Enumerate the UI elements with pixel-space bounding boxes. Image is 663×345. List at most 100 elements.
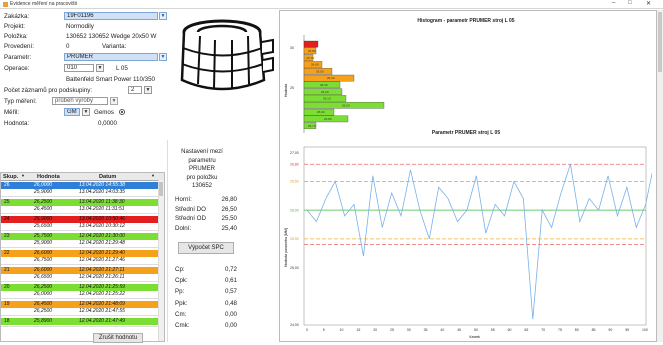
limits-values: Horní: 26,80 Střední DO 26,50 Střední OD 25,5… xyxy=(175,196,237,236)
app-icon xyxy=(3,2,8,7)
part-drawing xyxy=(180,19,274,91)
value-cell: 25,9000 xyxy=(34,239,53,246)
meril-radio[interactable] xyxy=(119,109,125,115)
date-cell: 12.04.2020 21:30:00 xyxy=(79,233,125,239)
date-cell: 12.04.2020 21:29:40 xyxy=(79,250,125,256)
group-number: 20 xyxy=(4,284,10,290)
value-cell: 26,6000 xyxy=(34,267,53,273)
stat-label: Cpk: xyxy=(175,277,188,285)
stat-value: 0,00 xyxy=(224,322,237,329)
table-row-group[interactable]: 24 26,9000 13.04.2020 10:50:46 25,6500 13.04… xyxy=(1,216,159,231)
line-x-tick: 60 xyxy=(508,328,512,332)
table-row-group[interactable]: 23 25,7500 12.04.2020 21:30:00 25,9000 12.04… xyxy=(1,233,159,248)
line-x-tick: 15 xyxy=(356,328,360,332)
line-x-tick: 100 xyxy=(642,328,648,332)
zakazka-dropdown-icon[interactable]: ▼ xyxy=(159,12,167,20)
maximize-button[interactable]: □ xyxy=(628,0,632,6)
meril-select[interactable]: GM xyxy=(64,108,80,116)
stat-value: 25,50 xyxy=(221,215,237,222)
histogram-bar-label: 26,60 xyxy=(311,63,319,67)
stat-value: 0,48 xyxy=(224,299,237,307)
zakazka-select[interactable]: 19F01196 xyxy=(64,12,158,20)
col-skup[interactable]: Skup. xyxy=(3,174,18,180)
typ-dropdown-icon[interactable]: ▼ xyxy=(110,97,118,105)
parametr-select[interactable]: PRUMER xyxy=(64,53,158,61)
projekt-value: Normodily xyxy=(66,23,94,30)
stat-label: Cm: xyxy=(175,310,187,318)
col-hodnota[interactable]: Hodnota xyxy=(37,174,60,180)
line-x-tick: 40 xyxy=(440,328,444,332)
stat-value: 26,50 xyxy=(221,205,237,213)
table-row-group[interactable]: 20 26,2500 12.04.2020 21:25:59 26,0000 12.04… xyxy=(1,284,159,299)
row-separator xyxy=(1,230,159,231)
minimize-button[interactable]: – xyxy=(612,0,615,6)
histogram-bar-label: 25,80 xyxy=(324,117,332,121)
stat-label: Dolní: xyxy=(175,224,192,232)
histogram-bar-label: 25,70 xyxy=(308,124,316,128)
histogram-bar-label: 26,70 xyxy=(307,56,315,60)
group-number: 26 xyxy=(4,182,10,188)
line-x-tick: 10 xyxy=(340,328,344,332)
table-row-group[interactable]: 25 26,2500 13.04.2020 11:38:30 26,4500 13.04… xyxy=(1,199,159,214)
line-y-tick: 26,50 xyxy=(290,180,299,184)
date-cell: 12.04.2020 21:47:55 xyxy=(79,307,125,314)
panel-scrollbar[interactable] xyxy=(657,10,663,342)
pocet-label: Počet záznamů pro podskupiny: xyxy=(4,87,93,94)
close-button[interactable]: ✕ xyxy=(646,0,651,7)
value-cell: 25,8900 xyxy=(34,318,53,324)
line-x-tick: 55 xyxy=(491,328,495,332)
col-datum[interactable]: Datum xyxy=(99,174,116,180)
group-number: 19 xyxy=(4,301,10,307)
limits-title-1: Nastavení mezí parametru xyxy=(181,149,223,164)
histogram-tick: 30 xyxy=(290,46,294,50)
line-y-tick: 26,00 xyxy=(290,208,299,212)
stat-label: Horní: xyxy=(175,196,192,203)
line-y-tick: 26,80 xyxy=(290,162,299,166)
hodnota-value: 0,0000 xyxy=(98,120,117,127)
line-x-tick: 75 xyxy=(558,328,562,332)
table-row-group[interactable]: 18 25,8900 12.04.2020 21:47:49 xyxy=(1,318,159,327)
operace-select[interactable]: 010 xyxy=(64,64,94,72)
typ-label: Typ měření: xyxy=(4,98,37,105)
stroj-name: Battenfeld Smart Power 110/350 xyxy=(66,76,155,83)
table-row-group[interactable]: 26 26,0000 13.04.2020 14:55:38 25,9000 13.04… xyxy=(1,182,159,197)
histogram-title: Histogram - parametr PRUMER stroj L 05 xyxy=(417,18,515,24)
parametr-dropdown-icon[interactable]: ▼ xyxy=(159,53,167,61)
line-y-tick: 27,00 xyxy=(290,151,299,155)
value-cell: 26,9000 xyxy=(34,216,53,222)
value-cell: 26,2500 xyxy=(34,307,53,314)
meril-dropdown-icon[interactable]: ▼ xyxy=(82,108,90,116)
value-cell: 26,7500 xyxy=(34,256,53,263)
line-x-tick: 30 xyxy=(407,328,411,332)
line-x-tick: 50 xyxy=(474,328,478,332)
pocet-select[interactable]: 2 xyxy=(128,86,142,94)
date-cell: 12.04.2020 21:29:48 xyxy=(79,239,125,246)
spc-button[interactable]: Výpočet SPC xyxy=(178,242,234,254)
delete-value-button[interactable]: Zrušit hodnotu xyxy=(93,333,143,343)
value-cell: 26,4500 xyxy=(34,205,53,212)
stat-label: Střední DO xyxy=(175,205,206,213)
date-cell: 12.04.2020 21:27:11 xyxy=(79,267,125,273)
value-cell: 26,2500 xyxy=(34,284,53,290)
row-separator xyxy=(1,264,159,265)
group-number: 25 xyxy=(4,199,10,205)
line-y-tick: 25,00 xyxy=(290,266,299,270)
typ-select[interactable]: průběh výroby xyxy=(52,97,108,105)
line-x-tick: 5 xyxy=(323,328,325,332)
date-cell: 12.04.2020 21:27:46 xyxy=(79,256,125,263)
line-chart-title: Parametr PRUMER stroj L 05 xyxy=(431,130,501,136)
operace-dropdown-icon[interactable]: ▼ xyxy=(96,64,104,72)
line-x-tick: 25 xyxy=(390,328,394,332)
value-cell: 26,2500 xyxy=(34,199,53,205)
table-row-group[interactable]: 22 26,6000 12.04.2020 21:29:40 26,7500 12.04… xyxy=(1,250,159,265)
row-separator xyxy=(1,325,159,327)
divider xyxy=(167,140,168,342)
table-row-group[interactable]: 21 26,6000 12.04.2020 21:27:11 26,6500 12.04… xyxy=(1,267,159,282)
table-header: Skup. ▼ Hodnota Datum ▼ xyxy=(1,173,164,181)
table-row-group[interactable]: 19 26,4500 12.04.2020 21:48:09 26,2500 12.04… xyxy=(1,301,159,316)
meril-radio-label[interactable]: Gemos xyxy=(94,109,114,116)
polozka-value: 130652 130652 Wedge 20x50 W xyxy=(66,33,157,40)
table-scrollbar[interactable] xyxy=(158,180,164,341)
pocet-dropdown-icon[interactable]: ▼ xyxy=(144,86,152,94)
line-x-tick: 45 xyxy=(457,328,461,332)
